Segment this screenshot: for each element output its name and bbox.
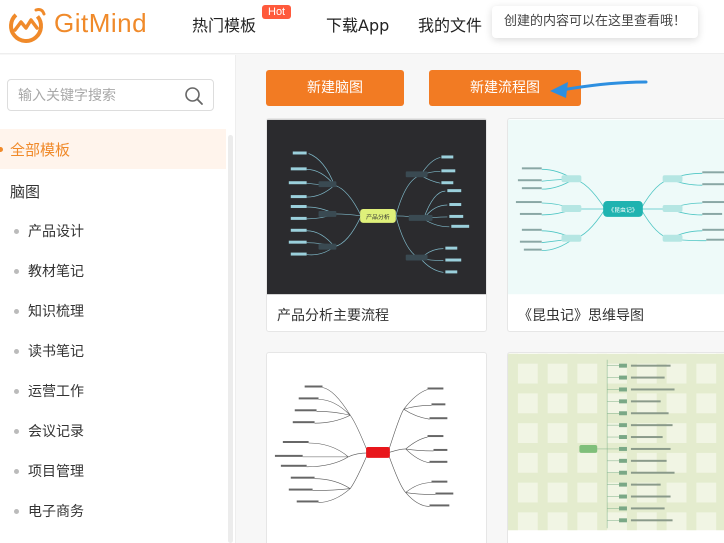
new-mindmap-button[interactable]: 新建脑图 [266, 70, 404, 106]
sidebar-item-label: 产品设计 [28, 224, 84, 240]
brand-name[interactable]: GitMind [54, 8, 147, 39]
gitmind-logo-icon[interactable] [6, 4, 48, 46]
category-all-templates[interactable]: 全部模板 [0, 129, 226, 169]
hot-badge: Hot [262, 5, 292, 19]
bullet-icon [14, 389, 19, 394]
bullet-icon [14, 509, 19, 514]
mindmap-center-node: 产品分析 [366, 213, 390, 221]
template-title[interactable]: 产品分析主要流程 [277, 305, 389, 325]
active-dot-icon [0, 147, 3, 152]
bullet-icon [14, 469, 19, 474]
template-card-fourth[interactable] [507, 352, 724, 543]
nav-hot-templates[interactable]: 热门模板 [192, 12, 256, 36]
template-card-product-analysis[interactable]: 产品分析 产品分析主要流程 [266, 118, 487, 332]
nav-my-files[interactable]: 我的文件 [418, 12, 482, 36]
sidebar-item-label: 知识梳理 [28, 304, 84, 320]
mindmap-thumbnail-light: 《昆虫记》 [508, 119, 724, 295]
category-sidebar: 全部模板 脑图 产品设计 教材笔记 知识梳理 读书笔记 运营工作 会议记录 项目… [0, 55, 236, 543]
sidebar-item-label: 电子商务 [28, 504, 84, 520]
sidebar-scrollbar[interactable] [228, 135, 233, 543]
my-files-tooltip: 创建的内容可以在这里查看哦！ [492, 6, 698, 38]
mindmap-center-node: 《昆虫记》 [608, 206, 638, 214]
category-all-label: 全部模板 [10, 141, 71, 159]
search-box [7, 79, 214, 111]
template-card-third[interactable] [266, 352, 487, 543]
bullet-icon [14, 429, 19, 434]
bullet-icon [14, 349, 19, 354]
sidebar-item-label: 运营工作 [28, 384, 84, 400]
template-card-insect-notes[interactable]: 《昆虫记》 《昆虫记》思维导图 [507, 118, 724, 332]
top-header: GitMind 热门模板 Hot 下载App 我的文件 创建的内容可以在这里查看… [0, 0, 724, 54]
bullet-icon [14, 229, 19, 234]
nav-download-app[interactable]: 下载App [326, 12, 389, 36]
mindmap-thumbnail-plaid [508, 353, 724, 531]
search-icon[interactable] [184, 86, 204, 106]
mindmap-thumbnail-white [267, 353, 486, 531]
category-mindmap[interactable]: 脑图 [10, 181, 40, 202]
bullet-icon [14, 269, 19, 274]
sidebar-item-label: 教材笔记 [28, 264, 84, 280]
sidebar-item-label: 读书笔记 [28, 344, 84, 360]
mindmap-thumbnail-dark: 产品分析 [267, 119, 486, 295]
template-title[interactable]: 《昆虫记》思维导图 [518, 305, 644, 325]
sidebar-item-label: 会议记录 [28, 424, 84, 440]
bullet-icon [14, 309, 19, 314]
sidebar-item-label: 项目管理 [28, 464, 84, 480]
search-input[interactable] [18, 86, 178, 106]
pointer-arrow-icon [550, 80, 648, 98]
